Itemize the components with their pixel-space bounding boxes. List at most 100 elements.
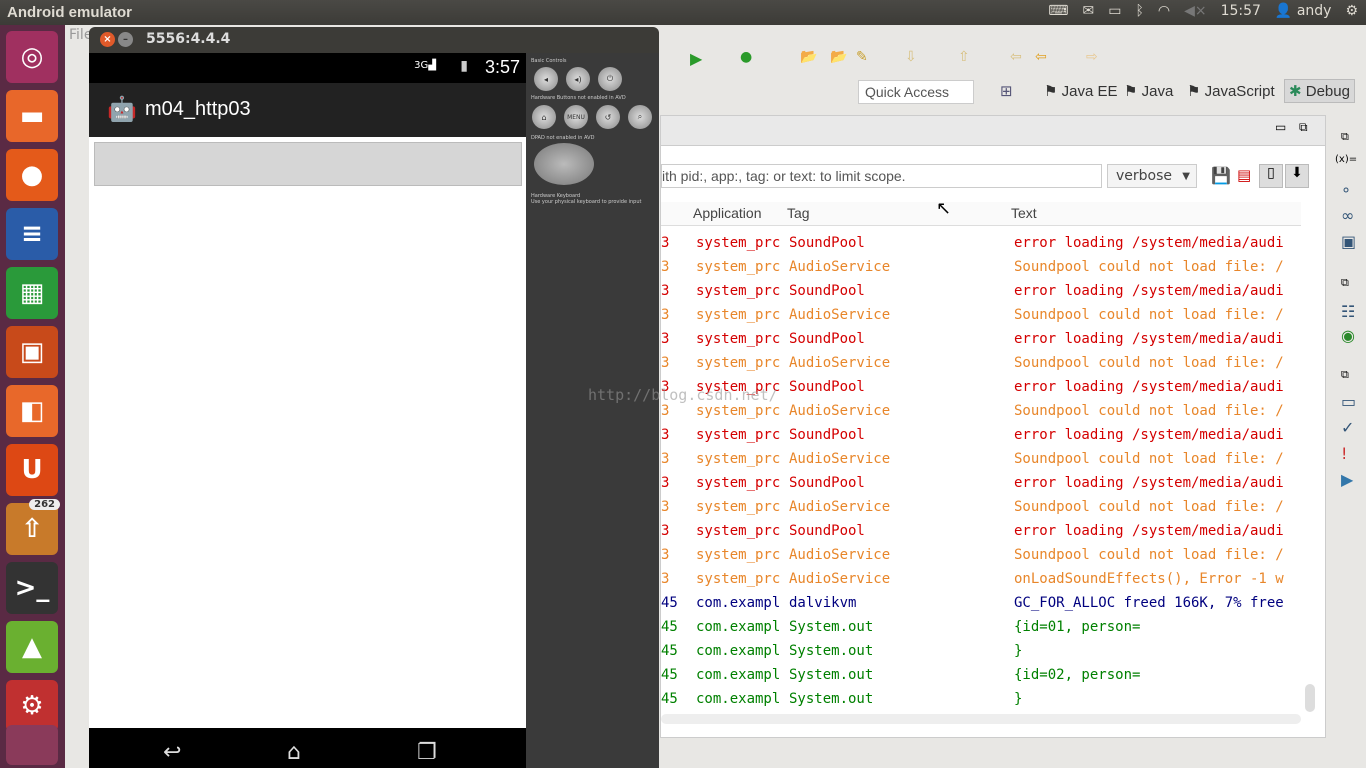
open-resource-icon[interactable]: 📂 [830,49,847,65]
impress-icon[interactable]: ▣ [6,326,58,378]
breakpoints-icon[interactable]: ∘ [1341,180,1351,199]
dash-icon[interactable]: ◎ [6,31,58,83]
network-type: 3G [414,60,429,71]
power-icon[interactable]: ⚙ [1345,3,1358,19]
log-row[interactable]: 3 system_prc AudioService Soundpool could n… [661,352,1301,376]
log-row[interactable]: 3 system_prc AudioService Soundpool could n… [661,304,1301,328]
perspective-javascript[interactable]: ⚑ JavaScript [1187,82,1275,100]
keyboard-icon[interactable]: ⌨ [1048,3,1068,19]
log-row[interactable]: 45 com.exampl dalvikvm GC_FOR_ALLOC freed 1… [661,592,1301,616]
log-row[interactable]: 3 system_prc SoundPool error loading /syste… [661,472,1301,496]
minimize-button[interactable]: – [118,32,133,47]
run-external-icon[interactable]: ● [740,49,752,65]
home-nav-icon[interactable]: ⌂ [287,740,301,765]
search-button[interactable]: ⌕ [628,105,652,129]
ubuntu-one-icon[interactable]: U [6,444,58,496]
scroll-lock-icon[interactable]: ⬇ [1285,164,1309,188]
restore-icon[interactable]: ⧉ [1341,368,1349,382]
firefox-icon[interactable]: ● [6,149,58,201]
log-pid: 3 [661,283,670,299]
console-icon[interactable]: ▭ [1341,392,1356,411]
terminal-icon[interactable]: >_ [6,562,58,614]
perspective-java[interactable]: ⚑ Java [1124,82,1173,100]
restore-icon[interactable]: ⧉ [1341,276,1349,290]
log-text: Soundpool could not load file: / [1014,499,1284,515]
variables-icon[interactable]: (x)= [1335,154,1357,165]
open-type-icon[interactable]: 📂 [800,49,817,65]
clear-log-icon[interactable]: ▤ [1237,166,1251,184]
log-row[interactable]: 3 system_prc SoundPool error loading /syste… [661,520,1301,544]
back-nav-icon[interactable]: ↩ [163,740,181,765]
window-title: Android emulator [7,4,133,21]
log-row[interactable]: 45 com.exampl System.out} [661,688,1301,712]
ide-icon[interactable] [6,725,58,765]
log-row[interactable]: 45 com.exampl System.out {id=01, person= [661,616,1301,640]
android-sdk-icon[interactable]: ▲ [6,621,58,673]
outline-icon[interactable]: ☷ [1341,302,1355,321]
vertical-scrollbar[interactable] [1305,684,1315,712]
user-menu[interactable]: 👤 andy [1275,3,1332,19]
search-tool-icon[interactable]: ✎ [856,49,868,65]
run-icon[interactable]: ▶ [690,49,702,68]
log-pid: 3 [661,499,670,515]
horizontal-scrollbar[interactable] [661,714,1301,724]
log-row[interactable]: 3 system_prc SoundPool error loading /syste… [661,232,1301,256]
perspective-debug[interactable]: ✱ Debug [1284,79,1355,103]
volume-muted-icon[interactable]: ◀× [1184,3,1207,19]
log-row[interactable]: 45 com.exampl System.out} [661,640,1301,664]
progress-icon[interactable]: ▶ [1341,470,1353,489]
software-center-icon[interactable]: ◧ [6,385,58,437]
column-tag[interactable]: Tag [787,205,810,221]
bluetooth-icon[interactable]: ᛒ [1135,3,1143,19]
log-row[interactable]: 3 system_prc SoundPool error loading /syste… [661,424,1301,448]
volume-up-button[interactable]: ◂) [566,67,590,91]
logcat-filter-input[interactable]: ith pid:, app:, tag: or text: to limit s… [661,164,1102,188]
home-button[interactable]: ⌂ [532,105,556,129]
battery-icon[interactable]: ▭ [1108,3,1121,19]
watch-icon[interactable]: ◉ [1341,326,1355,345]
save-icon[interactable]: 💾 [1211,166,1231,185]
log-row[interactable]: 3 system_prc AudioService onLoadSoundEffect… [661,568,1301,592]
forward-icon[interactable]: ⇨ [1086,49,1098,65]
minimize-icon[interactable]: ▭ [1275,120,1286,134]
column-text[interactable]: Text [1011,205,1037,221]
list-view-item[interactable] [94,142,522,186]
last-edit-icon[interactable]: ⇦ [1010,49,1022,65]
expressions-icon[interactable]: ∞ [1341,206,1354,225]
prev-annotation-icon[interactable]: ⇧ [958,49,970,65]
modules-icon[interactable]: ▣ [1341,232,1356,251]
back-button[interactable]: ↺ [596,105,620,129]
log-row[interactable]: 3 system_prc SoundPool error loading /syste… [661,280,1301,304]
dpad[interactable] [534,143,594,185]
perspective-java-ee[interactable]: ⚑ Java EE [1044,82,1118,100]
log-level-select[interactable]: verbose ▼ [1107,164,1197,188]
power-button[interactable]: ⏻ [598,67,622,91]
log-row[interactable]: 3 system_prc AudioService Soundpool could n… [661,448,1301,472]
problems-icon[interactable]: ! [1341,444,1347,463]
calc-icon[interactable]: ▦ [6,267,58,319]
log-row[interactable]: 3 system_prc AudioService Soundpool could n… [661,256,1301,280]
log-row[interactable]: 3 system_prc AudioService Soundpool could n… [661,544,1301,568]
maximize-icon[interactable]: ⧉ [1299,120,1308,135]
next-annotation-icon[interactable]: ⇩ [905,49,917,65]
log-row[interactable]: 3 system_prc SoundPool error loading /syste… [661,328,1301,352]
back-icon[interactable]: ⇦ [1035,49,1047,65]
writer-icon[interactable]: ≡ [6,208,58,260]
quick-access-input[interactable]: Quick Access [858,80,974,104]
column-application[interactable]: Application [693,205,762,221]
close-button[interactable]: × [100,32,115,47]
restore-icon[interactable]: ⧉ [1341,130,1349,144]
menu-button[interactable]: MENU [564,105,588,129]
volume-down-button[interactable]: ◂ [534,67,558,91]
wifi-icon[interactable]: ◠ [1158,3,1170,19]
toggle-filters-icon[interactable]: ▯ [1259,164,1283,188]
recents-nav-icon[interactable]: ❐ [417,740,437,765]
files-icon[interactable]: ▬ [6,90,58,142]
log-row[interactable]: 45 com.exampl System.out {id=02, person= [661,664,1301,688]
log-row[interactable]: 3 system_prc AudioService Soundpool could n… [661,496,1301,520]
mail-icon[interactable]: ✉ [1082,3,1094,19]
tasks-icon[interactable]: ✓ [1341,418,1354,437]
updates-icon[interactable]: ⇧ 262 [6,499,60,555]
open-perspective-icon[interactable]: ⊞ [1000,82,1013,100]
clock[interactable]: 15:57 [1221,3,1261,19]
